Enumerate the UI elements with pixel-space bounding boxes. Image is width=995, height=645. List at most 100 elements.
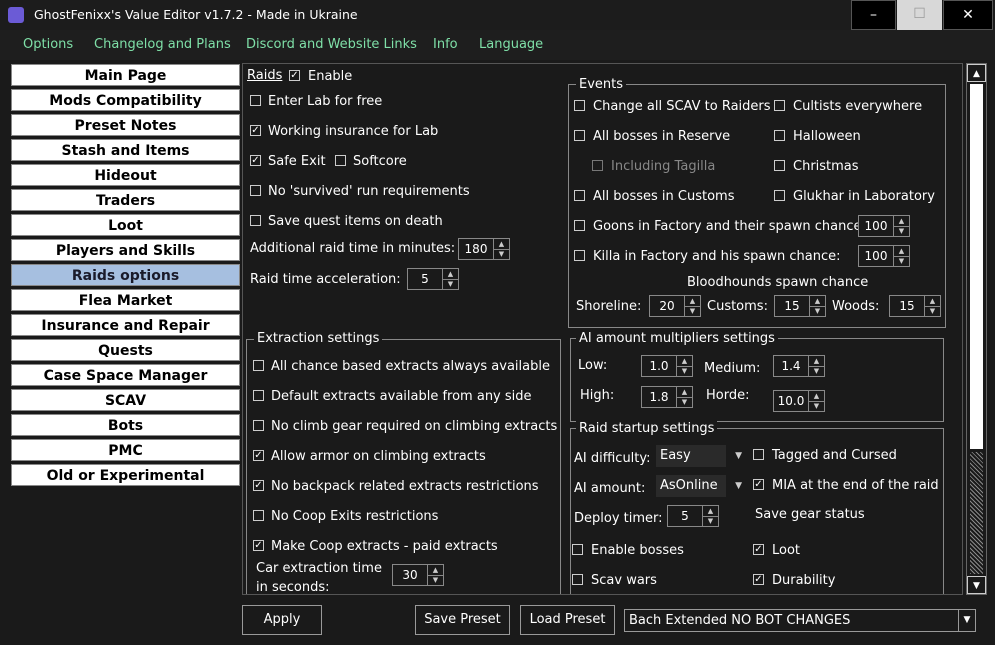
goons-checkbox[interactable] bbox=[574, 220, 585, 231]
maximize-button[interactable]: ☐ bbox=[897, 0, 942, 30]
spin-down-icon[interactable]: ▼ bbox=[442, 279, 458, 289]
tagged-checkbox[interactable] bbox=[753, 449, 764, 460]
sidebar-item-quests[interactable]: Quests bbox=[11, 339, 240, 361]
spin-down-icon[interactable]: ▼ bbox=[493, 249, 509, 259]
spin-down-icon[interactable]: ▼ bbox=[893, 256, 909, 266]
spin-down-icon[interactable]: ▼ bbox=[808, 366, 824, 376]
additional-time-spinbox[interactable]: 180 ▲ ▼ bbox=[458, 238, 510, 260]
durability-checkbox[interactable]: ✓ bbox=[753, 574, 764, 585]
spin-down-icon[interactable]: ▼ bbox=[924, 306, 940, 316]
scroll-down-icon[interactable]: ▼ bbox=[967, 576, 986, 594]
ai-amount-dropdown[interactable]: AsOnline ▼ bbox=[656, 475, 742, 497]
close-button[interactable]: ✕ bbox=[943, 0, 993, 30]
ai-low-spinbox[interactable]: 1.0 ▲ ▼ bbox=[641, 355, 693, 377]
vertical-scrollbar[interactable]: ▲ ▼ bbox=[966, 63, 987, 595]
loot-checkbox[interactable]: ✓ bbox=[753, 544, 764, 555]
ai-medium-spinbox[interactable]: 1.4 ▲ ▼ bbox=[773, 355, 825, 377]
spin-down-icon[interactable]: ▼ bbox=[702, 516, 718, 526]
enable-bosses-checkbox[interactable] bbox=[572, 544, 583, 555]
extract-item-checkbox[interactable]: ✓ bbox=[253, 450, 264, 461]
sidebar-item-hideout[interactable]: Hideout bbox=[11, 164, 240, 186]
woods-spinbox[interactable]: 15 ▲ ▼ bbox=[889, 295, 941, 317]
sidebar-item-traders[interactable]: Traders bbox=[11, 189, 240, 211]
no-survived-checkbox[interactable] bbox=[250, 185, 261, 196]
sidebar-item-players-and-skills[interactable]: Players and Skills bbox=[11, 239, 240, 261]
preset-dropdown[interactable]: Bach Extended NO BOT CHANGES ▼ bbox=[624, 609, 976, 632]
sidebar-item-bots[interactable]: Bots bbox=[11, 414, 240, 436]
car-time-label-2: in seconds: bbox=[256, 580, 330, 595]
sidebar-item-case-space-manager[interactable]: Case Space Manager bbox=[11, 364, 240, 386]
sidebar-item-stash-and-items[interactable]: Stash and Items bbox=[11, 139, 240, 161]
goons-value: 100 bbox=[864, 219, 888, 233]
sidebar-item-scav[interactable]: SCAV bbox=[11, 389, 240, 411]
window-title: GhostFenixx's Value Editor v1.7.2 - Made… bbox=[34, 7, 358, 22]
bosses-reserve-checkbox[interactable] bbox=[574, 130, 585, 141]
killa-checkbox[interactable] bbox=[574, 250, 585, 261]
scroll-up-icon[interactable]: ▲ bbox=[967, 64, 986, 82]
spin-down-icon[interactable]: ▼ bbox=[676, 397, 692, 407]
save-quest-checkbox[interactable] bbox=[250, 215, 261, 226]
shoreline-spinbox[interactable]: 20 ▲ ▼ bbox=[649, 295, 701, 317]
raids-enable-checkbox[interactable]: ✓ bbox=[289, 70, 300, 81]
car-time-spinbox[interactable]: 30 ▲ ▼ bbox=[392, 564, 444, 586]
sidebar-item-loot[interactable]: Loot bbox=[11, 214, 240, 236]
scav-wars-checkbox[interactable] bbox=[572, 574, 583, 585]
sidebar-item-raids-options[interactable]: Raids options bbox=[11, 264, 240, 286]
extract-item-checkbox[interactable] bbox=[253, 390, 264, 401]
customs-spinbox[interactable]: 15 ▲ ▼ bbox=[774, 295, 826, 317]
time-accel-value: 5 bbox=[421, 272, 429, 286]
cultists-checkbox[interactable] bbox=[774, 100, 785, 111]
tagilla-checkbox[interactable] bbox=[592, 160, 603, 171]
sidebar-item-flea-market[interactable]: Flea Market bbox=[11, 289, 240, 311]
chevron-down-icon: ▼ bbox=[735, 481, 742, 491]
apply-button[interactable]: Apply bbox=[242, 605, 322, 635]
sidebar-item-pmc[interactable]: PMC bbox=[11, 439, 240, 461]
lab-free-checkbox[interactable] bbox=[250, 95, 261, 106]
ai-amount-label: AI amount: bbox=[574, 481, 646, 496]
menu-language[interactable]: Language bbox=[479, 37, 543, 52]
sidebar-item-main-page[interactable]: Main Page bbox=[11, 64, 240, 86]
goons-spinbox[interactable]: 100 ▲ ▼ bbox=[858, 215, 910, 237]
christmas-checkbox[interactable] bbox=[774, 160, 785, 171]
menu-discord[interactable]: Discord and Website Links bbox=[246, 37, 417, 52]
mia-checkbox[interactable]: ✓ bbox=[753, 479, 764, 490]
minimize-button[interactable]: – bbox=[851, 0, 896, 30]
extract-item-checkbox[interactable] bbox=[253, 420, 264, 431]
chevron-down-icon: ▼ bbox=[735, 451, 742, 461]
scroll-thumb[interactable] bbox=[970, 84, 983, 449]
deploy-timer-spinbox[interactable]: 5 ▲ ▼ bbox=[667, 505, 719, 527]
safe-exit-checkbox[interactable]: ✓ bbox=[250, 155, 261, 166]
menu-options[interactable]: Options bbox=[23, 37, 73, 52]
spin-down-icon[interactable]: ▼ bbox=[893, 226, 909, 236]
sidebar-item-mods-compatibility[interactable]: Mods Compatibility bbox=[11, 89, 240, 111]
menu-info[interactable]: Info bbox=[433, 37, 458, 52]
spin-down-icon[interactable]: ▼ bbox=[809, 306, 825, 316]
ai-difficulty-dropdown[interactable]: Easy ▼ bbox=[656, 445, 742, 467]
spin-down-icon[interactable]: ▼ bbox=[808, 401, 824, 411]
sidebar-item-old-or-experimental[interactable]: Old or Experimental bbox=[11, 464, 240, 486]
spin-down-icon[interactable]: ▼ bbox=[676, 366, 692, 376]
load-preset-button[interactable]: Load Preset bbox=[520, 605, 615, 635]
ai-horde-spinbox[interactable]: 10.0 ▲ ▼ bbox=[773, 390, 825, 412]
softcore-checkbox[interactable] bbox=[335, 155, 346, 166]
sidebar-item-insurance-and-repair[interactable]: Insurance and Repair bbox=[11, 314, 240, 336]
insurance-lab-checkbox[interactable]: ✓ bbox=[250, 125, 261, 136]
bosses-customs-checkbox[interactable] bbox=[574, 190, 585, 201]
change-scav-checkbox[interactable] bbox=[574, 100, 585, 111]
sidebar-item-preset-notes[interactable]: Preset Notes bbox=[11, 114, 240, 136]
scroll-track[interactable] bbox=[970, 452, 983, 574]
time-accel-spinbox[interactable]: 5 ▲ ▼ bbox=[407, 268, 459, 290]
extract-item-checkbox[interactable] bbox=[253, 510, 264, 521]
ai-high-spinbox[interactable]: 1.8 ▲ ▼ bbox=[641, 386, 693, 408]
halloween-checkbox[interactable] bbox=[774, 130, 785, 141]
killa-spinbox[interactable]: 100 ▲ ▼ bbox=[858, 245, 910, 267]
menu-changelog[interactable]: Changelog and Plans bbox=[94, 37, 231, 52]
extract-item-checkbox[interactable]: ✓ bbox=[253, 480, 264, 491]
spin-down-icon[interactable]: ▼ bbox=[427, 575, 443, 585]
save-preset-button[interactable]: Save Preset bbox=[415, 605, 510, 635]
extract-item-checkbox[interactable]: ✓ bbox=[253, 540, 264, 551]
glukhar-checkbox[interactable] bbox=[774, 190, 785, 201]
spin-down-icon[interactable]: ▼ bbox=[684, 306, 700, 316]
enable-bosses-label: Enable bosses bbox=[591, 543, 684, 558]
extract-item-checkbox[interactable] bbox=[253, 360, 264, 371]
